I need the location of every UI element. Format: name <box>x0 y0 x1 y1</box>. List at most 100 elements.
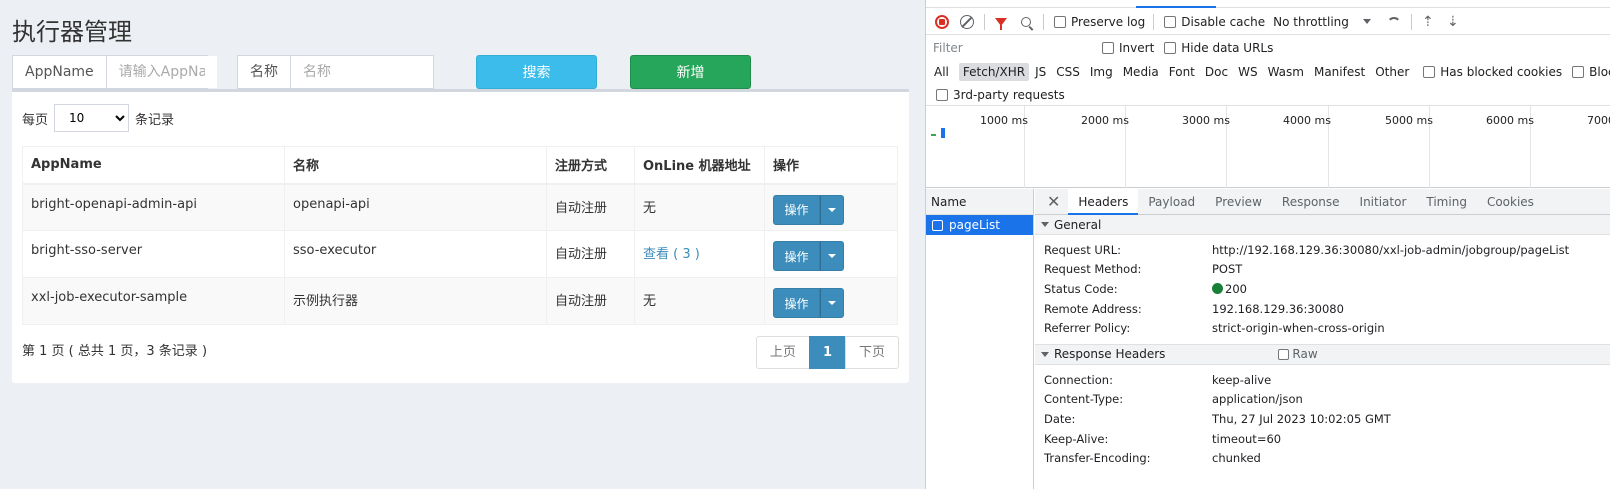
header-value: 192.168.129.36:30080 <box>1212 301 1344 316</box>
column-header-online-address[interactable]: OnLine 机器地址 <box>634 146 765 185</box>
type-filter-img[interactable]: Img <box>1086 63 1117 81</box>
response-headers-body: Connection: keep-alive Content-Type: appli… <box>1035 365 1610 468</box>
tab-preview[interactable]: Preview <box>1205 189 1272 215</box>
action-dropdown-toggle[interactable] <box>820 288 844 318</box>
action-button[interactable]: 操作 <box>773 288 820 318</box>
request-detail-pane: ✕ Headers Payload Preview Response Initi… <box>1035 188 1610 489</box>
next-page-button[interactable]: 下页 <box>844 336 899 369</box>
type-filter-fetch-xhr[interactable]: Fetch/XHR <box>958 63 1030 81</box>
filter-input[interactable] <box>930 38 1092 58</box>
third-party-checkbox[interactable]: 3rd-party requests <box>936 88 1065 102</box>
column-header-actions: 操作 <box>764 146 898 185</box>
request-row-selected[interactable]: pageList <box>926 215 1033 235</box>
cell-name: 示例执行器 <box>284 277 547 325</box>
search-button[interactable]: 搜索 <box>476 55 597 89</box>
header-row: Request Method: POST <box>1035 260 1610 280</box>
dropdown-arrow-icon <box>1362 19 1371 24</box>
tab-headers[interactable]: Headers <box>1068 188 1139 215</box>
appname-input[interactable] <box>106 56 217 88</box>
page-length-select[interactable]: 10 <box>54 104 130 132</box>
network-conditions-button[interactable] <box>1385 13 1403 31</box>
toolbar-divider <box>1410 13 1412 30</box>
action-button[interactable]: 操作 <box>773 194 820 225</box>
header-value: Thu, 27 Jul 2023 10:02:05 GMT <box>1212 411 1391 426</box>
preserve-log-checkbox[interactable]: Preserve log <box>1054 15 1145 29</box>
raw-checkbox[interactable]: Raw <box>1278 347 1318 362</box>
request-type-icon <box>932 219 943 231</box>
export-har-button[interactable]: ⇣ <box>1444 13 1462 31</box>
add-button[interactable]: 新增 <box>630 55 751 89</box>
type-filter-doc[interactable]: Doc <box>1201 63 1232 81</box>
filter-icon <box>995 17 1007 30</box>
filter-row: Invert Hide data URLs <box>926 36 1610 60</box>
blocked-requests-checkbox[interactable]: Blocked Requ <box>1572 65 1610 79</box>
type-filter-manifest[interactable]: Manifest <box>1310 63 1369 81</box>
column-header-name[interactable]: 名称 <box>284 146 547 185</box>
tab-payload[interactable]: Payload <box>1138 189 1205 215</box>
type-filter-js[interactable]: JS <box>1031 63 1050 81</box>
name-column-header[interactable]: Name <box>926 189 1033 215</box>
import-har-button[interactable]: ⇡ <box>1419 13 1437 31</box>
type-filter-other[interactable]: Other <box>1371 63 1413 81</box>
column-header-registration[interactable]: 注册方式 <box>546 146 635 185</box>
general-section-title: General <box>1054 217 1102 232</box>
header-row: Remote Address: 192.168.129.36:30080 <box>1035 299 1610 319</box>
type-filter-font[interactable]: Font <box>1165 63 1199 81</box>
response-headers-title: Response Headers <box>1054 347 1166 362</box>
table-header-row: AppName 名称 注册方式 OnLine 机器地址 操作 <box>22 146 898 185</box>
type-filter-ws[interactable]: WS <box>1234 63 1261 81</box>
tab-timing[interactable]: Timing <box>1416 189 1477 215</box>
tab-response[interactable]: Response <box>1272 189 1350 215</box>
type-filter-css[interactable]: CSS <box>1052 63 1084 81</box>
executor-table: AppName 名称 注册方式 OnLine 机器地址 操作 bright-op… <box>22 146 898 325</box>
checkbox-icon <box>936 88 948 101</box>
header-row: Connection: keep-alive <box>1035 370 1610 390</box>
name-input-group: 名称 <box>237 55 434 89</box>
record-button[interactable] <box>933 13 951 31</box>
header-value: chunked <box>1212 451 1261 466</box>
page-length-suffix: 条记录 <box>135 112 175 128</box>
type-filter-all[interactable]: All <box>930 63 953 81</box>
executor-management-page: 执行器管理 AppName 名称 搜索 新增 每页 10 条记录 AppName… <box>0 0 925 489</box>
header-row: Transfer-Encoding: chunked <box>1035 448 1610 468</box>
tab-cookies[interactable]: Cookies <box>1477 189 1544 215</box>
status-code-value: 200 <box>1212 282 1247 296</box>
network-timeline-overview[interactable]: 1000 ms 2000 ms 3000 ms 4000 ms 5000 ms … <box>926 106 1610 188</box>
tab-initiator[interactable]: Initiator <box>1350 189 1417 215</box>
devtools-network-panel: Preserve log Disable cache No throttling… <box>925 0 1610 489</box>
raw-label: Raw <box>1292 347 1318 362</box>
appname-input-group: AppName <box>12 55 217 89</box>
response-headers-section-header[interactable]: Response Headers Raw <box>1035 344 1610 365</box>
clear-button[interactable] <box>958 13 976 31</box>
header-key: Connection: <box>1044 372 1113 387</box>
search-button[interactable] <box>1017 13 1035 31</box>
action-dropdown-toggle[interactable] <box>820 194 844 225</box>
action-button[interactable]: 操作 <box>773 241 820 271</box>
action-dropdown-toggle[interactable] <box>820 241 844 271</box>
filter-toggle-button[interactable] <box>992 13 1010 31</box>
view-online-link[interactable]: 查看 ( 3 ) <box>643 247 700 262</box>
type-filter-wasm[interactable]: Wasm <box>1264 63 1308 81</box>
name-input[interactable] <box>291 56 431 88</box>
hide-data-urls-checkbox[interactable]: Hide data URLs <box>1164 41 1273 55</box>
has-blocked-cookies-checkbox[interactable]: Has blocked cookies <box>1423 65 1562 79</box>
page-1-button[interactable]: 1 <box>808 336 846 369</box>
hide-data-urls-label: Hide data URLs <box>1181 41 1274 55</box>
column-header-appname[interactable]: AppName <box>22 146 285 185</box>
header-key: Keep-Alive: <box>1044 431 1109 446</box>
timeline-tick-label: 7000 <box>1587 114 1610 127</box>
header-key: Date: <box>1044 411 1076 426</box>
disable-cache-checkbox[interactable]: Disable cache <box>1164 15 1265 29</box>
stop-recording-icon <box>935 14 949 29</box>
disable-cache-label: Disable cache <box>1181 14 1266 29</box>
expand-arrow-icon <box>1041 351 1049 357</box>
cell-actions: 操作 <box>764 183 898 231</box>
invert-checkbox[interactable]: Invert <box>1102 41 1154 55</box>
throttling-dropdown[interactable]: No throttling <box>1273 15 1371 29</box>
type-filter-media[interactable]: Media <box>1119 63 1163 81</box>
checkbox-icon <box>1278 348 1290 360</box>
general-section-header[interactable]: General <box>1035 215 1610 235</box>
prev-page-button[interactable]: 上页 <box>755 336 810 369</box>
close-detail-icon[interactable]: ✕ <box>1047 192 1060 211</box>
third-party-label: 3rd-party requests <box>953 87 1065 102</box>
